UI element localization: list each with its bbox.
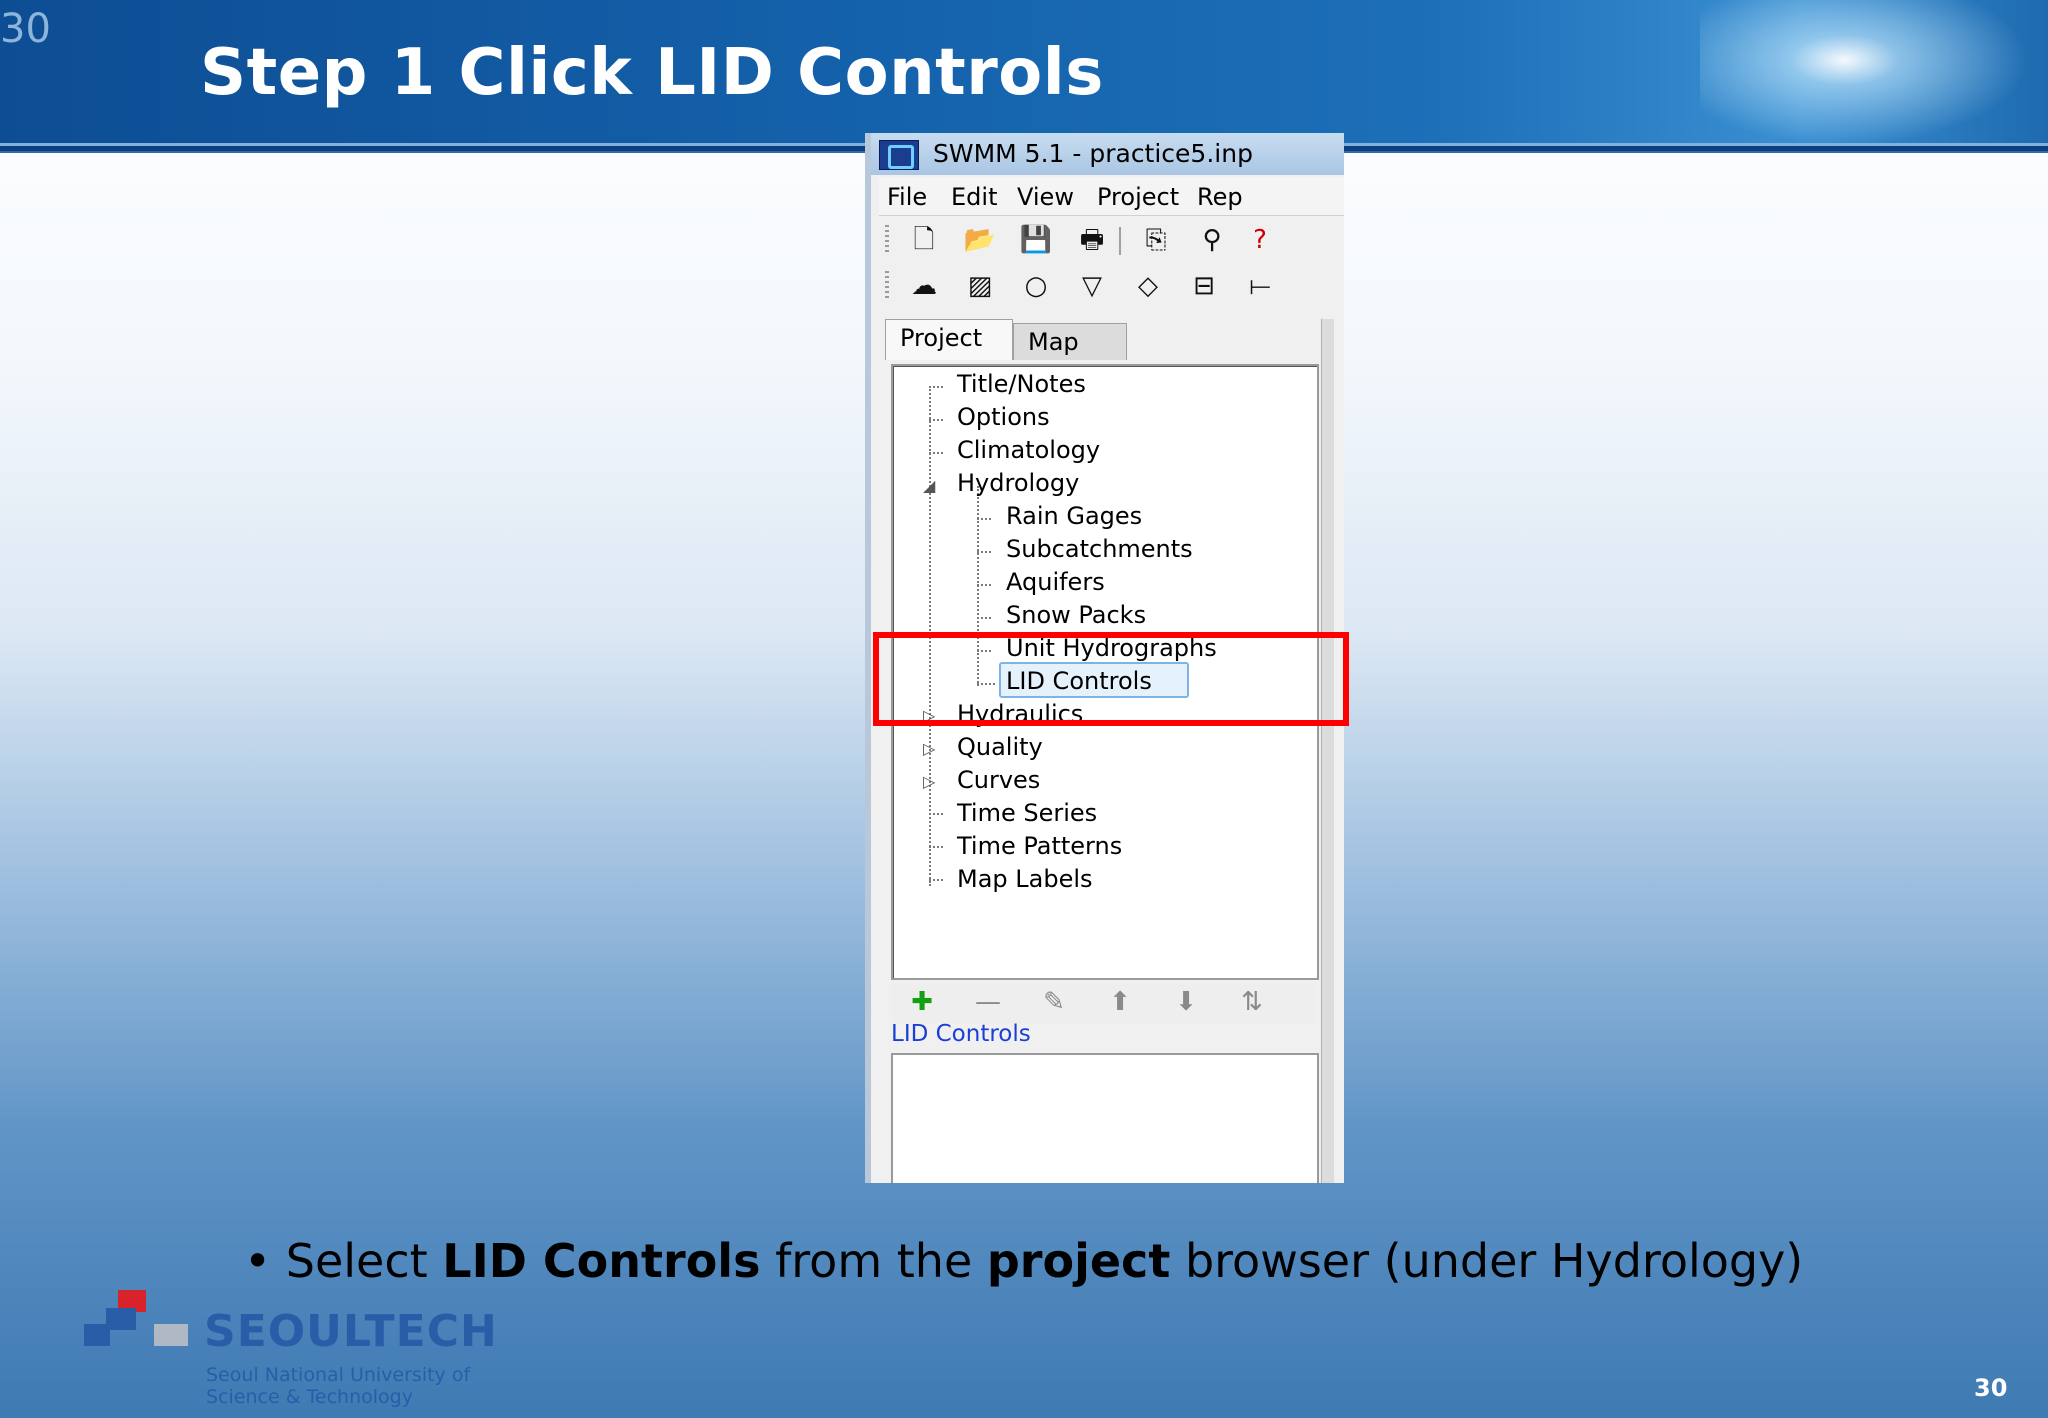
tree-connector xyxy=(977,584,991,586)
header-glow xyxy=(1700,0,2048,146)
storage-icon[interactable]: ⊟ xyxy=(1187,271,1221,301)
print-icon[interactable]: 🖶 xyxy=(1075,225,1109,255)
swmm-app-icon xyxy=(879,140,919,170)
tree-item-hydrology[interactable]: Hydrology xyxy=(957,469,1079,497)
save-icon[interactable]: 💾 xyxy=(1019,225,1053,255)
copy-icon[interactable]: ⎘ xyxy=(1139,225,1173,255)
tree-connector xyxy=(929,386,943,388)
open-folder-icon[interactable]: 📂 xyxy=(963,225,997,255)
page-number: 30 xyxy=(1974,1374,2008,1402)
menu-project[interactable]: Project xyxy=(1097,183,1179,211)
toolbar-grip-2[interactable] xyxy=(885,271,889,301)
logo-subtitle-1: Seoul National University of xyxy=(206,1364,471,1386)
tab-map-label: Map xyxy=(1028,328,1079,356)
tree-item-rain-gages[interactable]: Rain Gages xyxy=(1006,502,1142,530)
bullet-bold-lid: LID Controls xyxy=(442,1234,761,1288)
sort-icon[interactable]: ⇅ xyxy=(1235,987,1269,1017)
instruction-bullet: • Select LID Controls from the project b… xyxy=(244,1234,1804,1288)
help-query-icon[interactable]: ? xyxy=(1243,225,1277,255)
edit-object-icon[interactable]: ✎ xyxy=(1037,987,1071,1017)
subcatchment-icon[interactable]: ▨ xyxy=(963,271,997,301)
window-titlebar[interactable]: SWMM 5.1 - practice5.inp xyxy=(871,133,1344,175)
tree-item-curves[interactable]: Curves xyxy=(957,766,1040,794)
tree-item-climatology[interactable]: Climatology xyxy=(957,436,1100,464)
bullet-suffix: browser (under Hydrology) xyxy=(1170,1234,1804,1288)
tree-connector xyxy=(929,452,943,454)
divider-icon[interactable]: ◇ xyxy=(1131,271,1165,301)
tree-connector xyxy=(929,846,943,848)
expand-arrow-icon[interactable]: ▷ xyxy=(923,739,935,758)
logo-subtitle-2: Science & Technology xyxy=(206,1386,413,1408)
delete-object-icon[interactable]: — xyxy=(971,987,1005,1017)
collapse-arrow-icon[interactable]: ◢ xyxy=(923,476,935,495)
seoultech-emblem-icon xyxy=(84,1290,188,1346)
bullet-prefix: Select xyxy=(285,1234,443,1288)
logo-name: SEOULTECH xyxy=(204,1306,498,1357)
toolbar-separator xyxy=(1119,227,1121,255)
find-binoculars-icon[interactable]: ⚲ xyxy=(1195,225,1229,255)
tab-project[interactable]: Project xyxy=(885,319,1013,360)
tab-map[interactable]: Map xyxy=(1013,323,1127,360)
tree-connector xyxy=(977,617,991,619)
object-list-box[interactable] xyxy=(891,1053,1319,1183)
junction-icon[interactable]: ○ xyxy=(1019,271,1053,301)
menu-view[interactable]: View xyxy=(1017,183,1074,211)
tree-item-aquifers[interactable]: Aquifers xyxy=(1006,568,1105,596)
add-object-icon[interactable]: ✚ xyxy=(905,987,939,1017)
menu-edit[interactable]: Edit xyxy=(951,183,997,211)
browser-button-bar: ✚ — ✎ ⬆ ⬇ ⇅ xyxy=(891,983,1315,1023)
red-highlight-box xyxy=(873,632,1349,726)
conduit-icon[interactable]: ⟝ xyxy=(1243,271,1277,301)
bullet-mid: from the xyxy=(760,1234,987,1288)
seoultech-logo: SEOULTECH Seoul National University of S… xyxy=(84,1290,497,1410)
tree-item-quality[interactable]: Quality xyxy=(957,733,1043,761)
tree-item-time-series[interactable]: Time Series xyxy=(957,799,1097,827)
vertical-scrollbar[interactable] xyxy=(1321,319,1334,1183)
menu-report[interactable]: Rep xyxy=(1197,183,1243,211)
tree-connector xyxy=(977,518,991,520)
tree-item-map-labels[interactable]: Map Labels xyxy=(957,865,1093,893)
tree-item-title-notes[interactable]: Title/Notes xyxy=(957,370,1086,398)
bullet-bold-project: project xyxy=(986,1234,1171,1288)
tree-connector xyxy=(977,551,991,553)
tree-item-time-patterns[interactable]: Time Patterns xyxy=(957,832,1122,860)
expand-arrow-icon[interactable]: ▷ xyxy=(923,772,935,791)
move-down-icon[interactable]: ⬇ xyxy=(1169,987,1203,1017)
slide-title: Step 1 Click LID Controls xyxy=(200,36,1104,110)
tree-connector xyxy=(929,419,943,421)
standard-toolbar: 🗋 📂 💾 🖶 ⎘ ⚲ ? xyxy=(881,219,1344,261)
menu-bar: File Edit View Project Rep xyxy=(879,177,1344,216)
window-title: SWMM 5.1 - practice5.inp xyxy=(933,139,1253,168)
tree-item-subcatchments[interactable]: Subcatchments xyxy=(1006,535,1193,563)
tree-connector xyxy=(929,879,943,881)
object-toolbar: ☁ ▨ ○ ▽ ◇ ⊟ ⟝ xyxy=(881,265,1344,307)
outfall-icon[interactable]: ▽ xyxy=(1075,271,1109,301)
tree-item-options[interactable]: Options xyxy=(957,403,1050,431)
selected-category-label: LID Controls xyxy=(891,1021,1031,1047)
move-up-icon[interactable]: ⬆ xyxy=(1103,987,1137,1017)
slide-number-top: 30 xyxy=(0,6,51,52)
rain-gage-icon[interactable]: ☁ xyxy=(907,271,941,301)
menu-file[interactable]: File xyxy=(887,183,927,211)
tree-connector xyxy=(929,813,943,815)
new-file-icon[interactable]: 🗋 xyxy=(907,225,941,255)
toolbar-grip[interactable] xyxy=(885,225,889,255)
tab-project-label: Project xyxy=(900,324,983,352)
tree-item-snow-packs[interactable]: Snow Packs xyxy=(1006,601,1146,629)
